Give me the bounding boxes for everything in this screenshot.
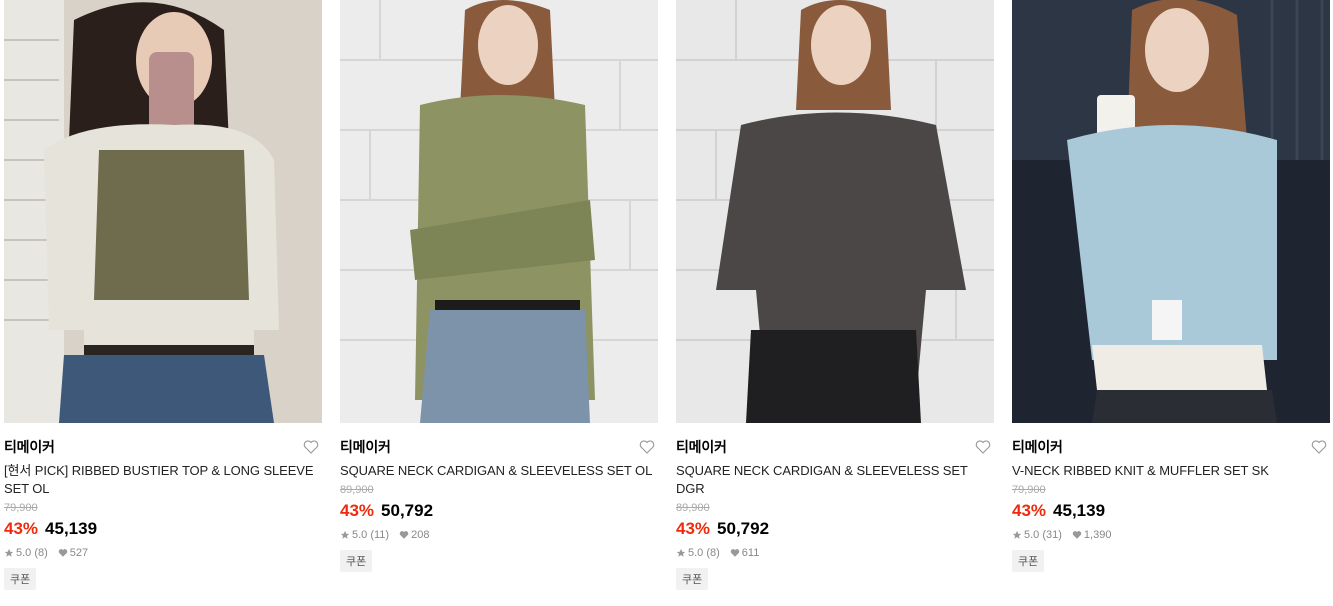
product-name[interactable]: [현서 PICK] RIBBED BUSTIER TOP & LONG SLEE… [4,462,322,498]
model-photo [1012,0,1330,423]
rating: 5.0 (31) [1024,529,1062,541]
like-count: 208 [411,529,430,541]
product-image[interactable] [676,0,994,423]
product-card[interactable]: 티메이커 SQUARE NECK CARDIGAN & SLEEVELESS S… [676,0,994,590]
brand-name[interactable]: 티메이커 [4,437,55,457]
product-grid: 티메이커 [현서 PICK] RIBBED BUSTIER TOP & LONG… [4,0,1330,590]
discount-rate: 43% [676,519,711,538]
product-name[interactable]: SQUARE NECK CARDIGAN & SLEEVELESS SET DG… [676,462,994,498]
product-image[interactable] [1012,0,1330,423]
model-photo [676,0,994,423]
heart-small-icon [730,549,740,557]
sale-price: 50,792 [381,501,434,520]
model-photo [4,0,322,423]
product-name[interactable]: V-NECK RIBBED KNIT & MUFFLER SET SK [1012,462,1330,480]
star-icon [1012,530,1022,539]
model-photo [340,0,658,423]
star-icon [4,548,14,557]
heart-icon[interactable] [974,438,992,456]
discount-rate: 43% [340,501,375,520]
heart-small-icon [399,531,409,539]
star-icon [340,530,350,539]
rating: 5.0 (8) [16,547,48,559]
coupon-badge: 쿠폰 [4,568,37,590]
heart-icon[interactable] [638,438,656,456]
discount-rate: 43% [4,519,39,538]
discount-rate: 43% [1012,501,1047,520]
original-price: 89,900 [340,484,374,496]
brand-name[interactable]: 티메이커 [676,437,727,457]
original-price: 79,900 [1012,484,1046,496]
product-card[interactable]: 티메이커 SQUARE NECK CARDIGAN & SLEEVELESS S… [340,0,658,590]
original-price: 79,900 [4,502,38,514]
coupon-badge: 쿠폰 [676,568,709,590]
product-image[interactable] [340,0,658,423]
rating: 5.0 (8) [688,547,720,559]
product-image[interactable] [4,0,322,423]
brand-name[interactable]: 티메이커 [340,437,391,457]
heart-small-icon [1072,531,1082,539]
like-count: 527 [69,547,89,559]
product-card[interactable]: 티메이커 V-NECK RIBBED KNIT & MUFFLER SET SK… [1012,0,1330,590]
heart-small-icon [58,549,68,557]
rating: 5.0 (11) [352,529,390,541]
coupon-badge: 쿠폰 [340,550,373,572]
coupon-badge: 쿠폰 [1012,550,1045,572]
sale-price: 50,792 [717,519,770,538]
brand-name[interactable]: 티메이커 [1012,437,1063,457]
like-count: 611 [741,547,760,559]
sale-price: 45,139 [1053,501,1106,520]
sale-price: 45,139 [45,519,98,538]
star-icon [676,548,686,557]
like-count: 1,390 [1083,529,1112,541]
original-price: 89,900 [676,502,710,514]
product-card[interactable]: 티메이커 [현서 PICK] RIBBED BUSTIER TOP & LONG… [4,0,322,590]
heart-icon[interactable] [302,438,320,456]
heart-icon[interactable] [1310,438,1328,456]
product-name[interactable]: SQUARE NECK CARDIGAN & SLEEVELESS SET OL [340,462,658,480]
